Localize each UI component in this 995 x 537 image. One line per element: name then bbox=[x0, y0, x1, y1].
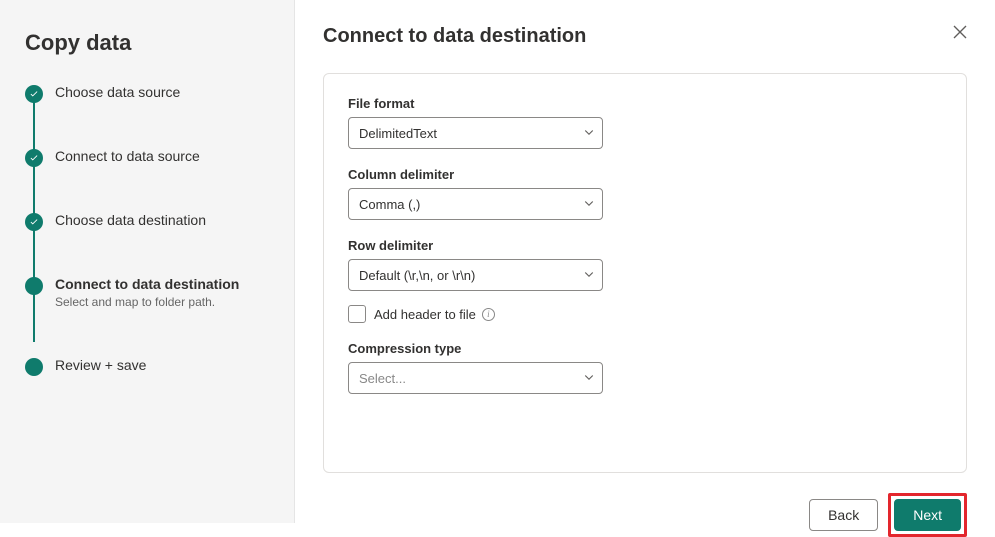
column-delimiter-select[interactable]: Comma (,) bbox=[348, 188, 603, 220]
compression-group: Compression type Select... bbox=[348, 341, 942, 394]
file-format-label: File format bbox=[348, 96, 942, 111]
step-label: Connect to data source bbox=[55, 148, 200, 164]
column-delimiter-group: Column delimiter Comma (,) bbox=[348, 167, 942, 220]
compression-placeholder: Select... bbox=[348, 362, 603, 394]
step-connect-destination[interactable]: Connect to data destination Select and m… bbox=[25, 276, 269, 357]
main-header: Connect to data destination bbox=[323, 25, 967, 48]
add-header-label: Add header to file i bbox=[374, 307, 495, 322]
row-delimiter-select[interactable]: Default (\r,\n, or \r\n) bbox=[348, 259, 603, 291]
check-icon bbox=[25, 213, 43, 231]
step-label: Choose data source bbox=[55, 84, 180, 100]
row-delimiter-group: Row delimiter Default (\r,\n, or \r\n) bbox=[348, 238, 942, 291]
next-highlight: Next bbox=[888, 493, 967, 537]
main-panel: Connect to data destination File format … bbox=[295, 0, 995, 523]
column-delimiter-value: Comma (,) bbox=[348, 188, 603, 220]
next-button[interactable]: Next bbox=[894, 499, 961, 531]
column-delimiter-label: Column delimiter bbox=[348, 167, 942, 182]
add-header-row: Add header to file i bbox=[348, 305, 942, 323]
close-button[interactable] bbox=[948, 20, 972, 47]
step-review-save[interactable]: Review + save bbox=[25, 357, 269, 376]
row-delimiter-label: Row delimiter bbox=[348, 238, 942, 253]
compression-label: Compression type bbox=[348, 341, 942, 356]
file-format-group: File format DelimitedText bbox=[348, 96, 942, 149]
step-description: Select and map to folder path. bbox=[55, 295, 239, 309]
compression-select[interactable]: Select... bbox=[348, 362, 603, 394]
check-icon bbox=[25, 85, 43, 103]
add-header-checkbox[interactable] bbox=[348, 305, 366, 323]
step-label: Connect to data destination bbox=[55, 276, 239, 292]
form-card: File format DelimitedText Column delimit… bbox=[323, 73, 967, 473]
pending-step-icon bbox=[25, 358, 43, 376]
footer: Back Next bbox=[323, 493, 967, 537]
step-connector bbox=[33, 230, 35, 278]
step-label: Review + save bbox=[55, 357, 146, 373]
check-icon bbox=[25, 149, 43, 167]
sidebar: Copy data Choose data source Connect to … bbox=[0, 0, 295, 523]
info-icon[interactable]: i bbox=[482, 308, 495, 321]
step-connector bbox=[33, 166, 35, 214]
step-connect-source[interactable]: Connect to data source bbox=[25, 148, 269, 212]
row-delimiter-value: Default (\r,\n, or \r\n) bbox=[348, 259, 603, 291]
wizard-title: Copy data bbox=[25, 30, 269, 56]
page-title: Connect to data destination bbox=[323, 25, 586, 48]
step-connector bbox=[33, 294, 35, 342]
current-step-icon bbox=[25, 277, 43, 295]
back-button[interactable]: Back bbox=[809, 499, 878, 531]
add-header-text: Add header to file bbox=[374, 307, 476, 322]
close-icon bbox=[952, 28, 968, 43]
file-format-select[interactable]: DelimitedText bbox=[348, 117, 603, 149]
step-list: Choose data source Connect to data sourc… bbox=[25, 84, 269, 376]
step-label: Choose data destination bbox=[55, 212, 206, 228]
step-choose-destination[interactable]: Choose data destination bbox=[25, 212, 269, 276]
file-format-value: DelimitedText bbox=[348, 117, 603, 149]
step-connector bbox=[33, 102, 35, 150]
step-choose-source[interactable]: Choose data source bbox=[25, 84, 269, 148]
